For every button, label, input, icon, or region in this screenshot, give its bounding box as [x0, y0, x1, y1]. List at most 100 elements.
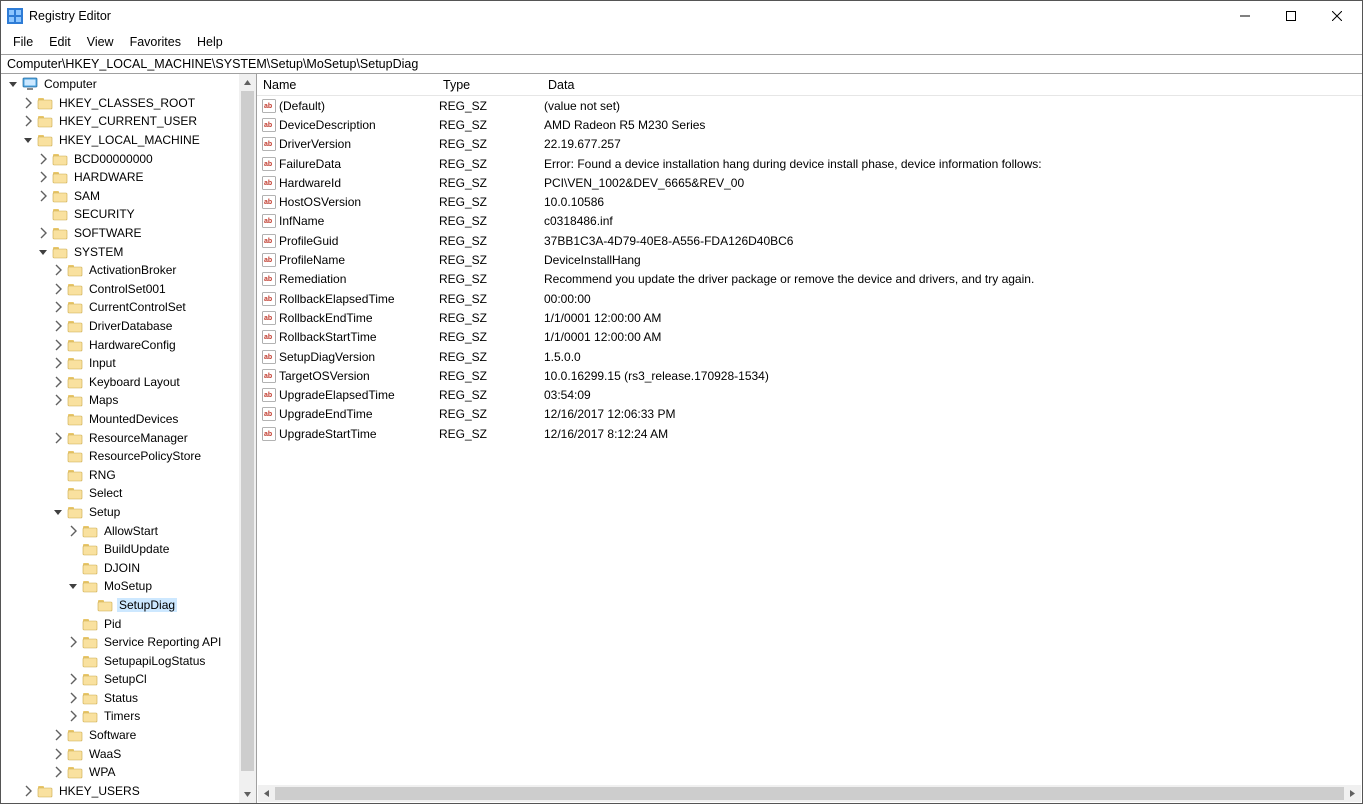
tree-item[interactable]: HardwareConfig [4, 335, 256, 354]
chevron-down-icon[interactable] [51, 504, 67, 520]
chevron-down-icon[interactable] [66, 578, 82, 594]
chevron-right-icon[interactable] [21, 783, 37, 799]
tree-item[interactable]: BuildUpdate [4, 540, 256, 559]
value-row[interactable]: HostOSVersionREG_SZ10.0.10586 [257, 192, 1362, 211]
value-row[interactable]: RollbackEndTimeREG_SZ1/1/0001 12:00:00 A… [257, 308, 1362, 327]
menu-edit[interactable]: Edit [41, 33, 79, 51]
tree-item[interactable]: ResourcePolicyStore [4, 447, 256, 466]
tree-item[interactable]: MountedDevices [4, 410, 256, 429]
value-row[interactable]: FailureDataREG_SZError: Found a device i… [257, 154, 1362, 173]
menu-help[interactable]: Help [189, 33, 231, 51]
chevron-right-icon[interactable] [51, 746, 67, 762]
tree-item[interactable]: DriverDatabase [4, 317, 256, 336]
chevron-right-icon[interactable] [66, 671, 82, 687]
tree-item[interactable]: Timers [4, 707, 256, 726]
chevron-down-icon[interactable] [6, 76, 22, 92]
value-row[interactable]: HardwareIdREG_SZPCI\VEN_1002&DEV_6665&RE… [257, 173, 1362, 192]
chevron-right-icon[interactable] [51, 374, 67, 390]
tree-item[interactable]: HARDWARE [4, 168, 256, 187]
value-row[interactable]: RollbackStartTimeREG_SZ1/1/0001 12:00:00… [257, 328, 1362, 347]
chevron-right-icon[interactable] [51, 318, 67, 334]
tree-item[interactable]: HKEY_CURRENT_USER [4, 112, 256, 131]
value-row[interactable]: DriverVersionREG_SZ22.19.677.257 [257, 135, 1362, 154]
tree-item[interactable]: Setup [4, 503, 256, 522]
tree-item[interactable]: ResourceManager [4, 428, 256, 447]
chevron-right-icon[interactable] [66, 708, 82, 724]
menu-file[interactable]: File [5, 33, 41, 51]
tree-item[interactable]: ControlSet001 [4, 280, 256, 299]
scrollbar-thumb[interactable] [241, 91, 254, 771]
chevron-down-icon[interactable] [36, 244, 52, 260]
value-row[interactable]: InfNameREG_SZc0318486.inf [257, 212, 1362, 231]
maximize-button[interactable] [1268, 1, 1314, 31]
chevron-right-icon[interactable] [21, 113, 37, 129]
tree-item[interactable]: SetupDiag [4, 596, 256, 615]
tree-item[interactable]: Maps [4, 391, 256, 410]
tree-item[interactable]: Input [4, 354, 256, 373]
menu-favorites[interactable]: Favorites [122, 33, 189, 51]
chevron-right-icon[interactable] [21, 95, 37, 111]
chevron-right-icon[interactable] [51, 281, 67, 297]
scroll-down-arrow-icon[interactable] [239, 786, 256, 803]
scrollbar-thumb[interactable] [275, 787, 1344, 800]
value-row[interactable]: RemediationREG_SZRecommend you update th… [257, 270, 1362, 289]
registry-tree[interactable]: ComputerHKEY_CLASSES_ROOTHKEY_CURRENT_US… [1, 74, 256, 801]
tree-item[interactable]: HKEY_LOCAL_MACHINE [4, 131, 256, 150]
tree-item[interactable]: HKEY_USERS [4, 782, 256, 801]
scroll-up-arrow-icon[interactable] [239, 74, 256, 91]
tree-item[interactable]: HKEY_CLASSES_ROOT [4, 94, 256, 113]
chevron-right-icon[interactable] [36, 169, 52, 185]
chevron-right-icon[interactable] [51, 299, 67, 315]
value-row[interactable]: SetupDiagVersionREG_SZ1.5.0.0 [257, 347, 1362, 366]
tree-item[interactable]: BCD00000000 [4, 149, 256, 168]
scroll-right-arrow-icon[interactable] [1344, 785, 1361, 802]
chevron-right-icon[interactable] [51, 727, 67, 743]
tree-vertical-scrollbar[interactable] [239, 74, 256, 803]
minimize-button[interactable] [1222, 1, 1268, 31]
address-bar[interactable]: Computer\HKEY_LOCAL_MACHINE\SYSTEM\Setup… [1, 54, 1362, 74]
tree-item[interactable]: SOFTWARE [4, 224, 256, 243]
chevron-right-icon[interactable] [51, 337, 67, 353]
chevron-down-icon[interactable] [21, 132, 37, 148]
tree-item[interactable]: Pid [4, 614, 256, 633]
tree-item[interactable]: Software [4, 726, 256, 745]
tree-item[interactable]: SAM [4, 187, 256, 206]
tree-item[interactable]: SetupCl [4, 670, 256, 689]
chevron-right-icon[interactable] [36, 225, 52, 241]
value-row[interactable]: (Default)REG_SZ(value not set) [257, 96, 1362, 115]
chevron-right-icon[interactable] [51, 764, 67, 780]
tree-item[interactable]: WaaS [4, 744, 256, 763]
tree-item[interactable]: RNG [4, 465, 256, 484]
tree-item[interactable]: SetupapiLogStatus [4, 651, 256, 670]
chevron-right-icon[interactable] [36, 151, 52, 167]
column-header-type[interactable]: Type [441, 78, 546, 92]
value-row[interactable]: UpgradeStartTimeREG_SZ12/16/2017 8:12:24… [257, 424, 1362, 443]
values-horizontal-scrollbar[interactable] [258, 785, 1361, 802]
tree-item[interactable]: Status [4, 689, 256, 708]
column-header-name[interactable]: Name [261, 78, 441, 92]
tree-item[interactable]: AllowStart [4, 521, 256, 540]
tree-item[interactable]: DJOIN [4, 558, 256, 577]
tree-item[interactable]: SYSTEM [4, 242, 256, 261]
menu-view[interactable]: View [79, 33, 122, 51]
chevron-right-icon[interactable] [66, 690, 82, 706]
tree-item[interactable]: SECURITY [4, 205, 256, 224]
value-row[interactable]: TargetOSVersionREG_SZ10.0.16299.15 (rs3_… [257, 366, 1362, 385]
value-row[interactable]: UpgradeEndTimeREG_SZ12/16/2017 12:06:33 … [257, 405, 1362, 424]
close-button[interactable] [1314, 1, 1360, 31]
column-header-data[interactable]: Data [546, 78, 1362, 92]
tree-item[interactable]: ActivationBroker [4, 261, 256, 280]
value-row[interactable]: DeviceDescriptionREG_SZAMD Radeon R5 M23… [257, 115, 1362, 134]
value-row[interactable]: UpgradeElapsedTimeREG_SZ03:54:09 [257, 385, 1362, 404]
chevron-right-icon[interactable] [36, 188, 52, 204]
scroll-left-arrow-icon[interactable] [258, 785, 275, 802]
chevron-right-icon[interactable] [51, 355, 67, 371]
chevron-right-icon[interactable] [51, 392, 67, 408]
value-row[interactable]: ProfileGuidREG_SZ37BB1C3A-4D79-40E8-A556… [257, 231, 1362, 250]
tree-item[interactable]: MoSetup [4, 577, 256, 596]
values-list[interactable]: (Default)REG_SZ(value not set)DeviceDesc… [257, 96, 1362, 785]
tree-item[interactable]: Computer [4, 75, 256, 94]
chevron-right-icon[interactable] [51, 262, 67, 278]
tree-item[interactable]: CurrentControlSet [4, 298, 256, 317]
tree-item[interactable]: Keyboard Layout [4, 373, 256, 392]
